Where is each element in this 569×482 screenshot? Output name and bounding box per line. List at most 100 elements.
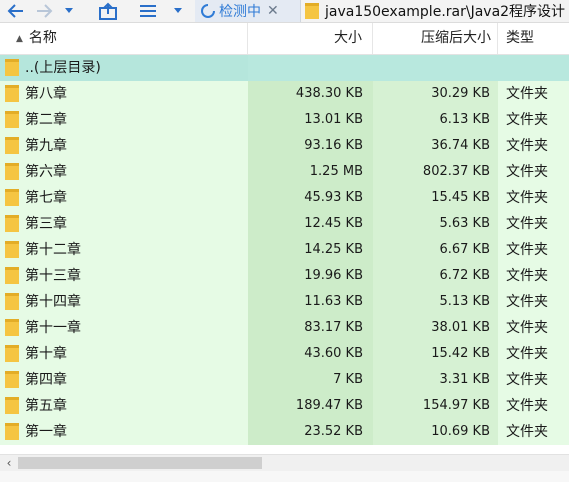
column-header-type[interactable]: 类型 bbox=[498, 23, 569, 54]
file-packed-size: 5.63 KB bbox=[373, 211, 498, 237]
folder-icon bbox=[5, 423, 19, 440]
table-row[interactable]: 第五章 189.47 KB 154.97 KB 文件夹 bbox=[0, 393, 569, 419]
column-header-packed-label: 压缩后大小 bbox=[421, 30, 491, 46]
file-type: 文件夹 bbox=[498, 133, 569, 159]
file-type: 文件夹 bbox=[498, 159, 569, 185]
column-header-packed-size[interactable]: 压缩后大小 bbox=[373, 23, 498, 54]
file-name-label: 第十一章 bbox=[25, 320, 81, 336]
file-packed-size: 36.74 KB bbox=[373, 133, 498, 159]
folder-icon bbox=[5, 137, 19, 154]
parent-directory-row[interactable]: ..(上层目录) bbox=[0, 55, 569, 81]
file-type: 文件夹 bbox=[498, 185, 569, 211]
arrow-left-icon bbox=[7, 4, 23, 18]
file-name-label: 第十三章 bbox=[25, 268, 81, 284]
file-name-label: 第九章 bbox=[25, 138, 67, 154]
table-row[interactable]: 第八章 438.30 KB 30.29 KB 文件夹 bbox=[0, 81, 569, 107]
file-packed-size: 10.69 KB bbox=[373, 419, 498, 445]
column-header-type-label: 类型 bbox=[506, 30, 534, 46]
table-row[interactable]: 第十一章 83.17 KB 38.01 KB 文件夹 bbox=[0, 315, 569, 341]
file-type: 文件夹 bbox=[498, 341, 569, 367]
file-size: 83.17 KB bbox=[248, 315, 373, 341]
file-name: 第一章 bbox=[0, 419, 248, 445]
sort-ascending-icon: ▲ bbox=[16, 34, 23, 44]
file-size: 19.96 KB bbox=[248, 263, 373, 289]
folder-icon bbox=[5, 345, 19, 362]
folder-up-icon bbox=[99, 2, 117, 20]
file-size: 14.25 KB bbox=[248, 237, 373, 263]
file-packed-size: 38.01 KB bbox=[373, 315, 498, 341]
file-packed-size: 6.67 KB bbox=[373, 237, 498, 263]
scrollbar-thumb[interactable] bbox=[18, 457, 262, 469]
arrow-right-icon bbox=[37, 4, 53, 18]
folder-icon bbox=[5, 111, 19, 128]
table-row[interactable]: 第三章 12.45 KB 5.63 KB 文件夹 bbox=[0, 211, 569, 237]
tab-archive-path-label: java150example.rar\Java2程序设计 bbox=[325, 4, 566, 20]
file-size: 189.47 KB bbox=[248, 393, 373, 419]
forward-button[interactable] bbox=[32, 0, 56, 22]
file-name: 第十一章 bbox=[0, 315, 248, 341]
table-row[interactable]: 第二章 13.01 KB 6.13 KB 文件夹 bbox=[0, 107, 569, 133]
parent-directory-name: ..(上层目录) bbox=[0, 55, 248, 81]
file-name-label: 第十章 bbox=[25, 346, 67, 362]
file-size: 13.01 KB bbox=[248, 107, 373, 133]
toolbar: 检测中 ✕ java150example.rar\Java2程序设计 bbox=[0, 0, 569, 23]
table-row[interactable]: 第九章 93.16 KB 36.74 KB 文件夹 bbox=[0, 133, 569, 159]
history-dropdown-button[interactable] bbox=[62, 0, 76, 22]
close-icon[interactable]: ✕ bbox=[267, 3, 279, 19]
file-name-label: 第六章 bbox=[25, 164, 67, 180]
file-type: 文件夹 bbox=[498, 393, 569, 419]
file-type: 文件夹 bbox=[498, 237, 569, 263]
file-type: 文件夹 bbox=[498, 211, 569, 237]
file-size: 45.93 KB bbox=[248, 185, 373, 211]
table-row[interactable]: 第七章 45.93 KB 15.45 KB 文件夹 bbox=[0, 185, 569, 211]
folder-icon bbox=[5, 215, 19, 232]
file-name: 第六章 bbox=[0, 159, 248, 185]
back-button[interactable] bbox=[4, 0, 28, 22]
tab-scanning[interactable]: 检测中 ✕ bbox=[195, 0, 301, 22]
file-type: 文件夹 bbox=[498, 289, 569, 315]
folder-icon bbox=[5, 163, 19, 180]
table-row[interactable]: 第十四章 11.63 KB 5.13 KB 文件夹 bbox=[0, 289, 569, 315]
column-header-size-label: 大小 bbox=[334, 30, 362, 46]
up-folder-button[interactable] bbox=[96, 0, 120, 22]
view-mode-button[interactable] bbox=[136, 0, 160, 22]
chevron-down-icon bbox=[65, 8, 73, 13]
folder-icon bbox=[5, 293, 19, 310]
file-size: 43.60 KB bbox=[248, 341, 373, 367]
file-name: 第二章 bbox=[0, 107, 248, 133]
file-packed-size: 802.37 KB bbox=[373, 159, 498, 185]
column-header-name-label: 名称 bbox=[28, 30, 57, 46]
column-header-name[interactable]: ▲ 名称 bbox=[0, 23, 248, 54]
table-row[interactable]: 第十二章 14.25 KB 6.67 KB 文件夹 bbox=[0, 237, 569, 263]
table-row[interactable]: 第一章 23.52 KB 10.69 KB 文件夹 bbox=[0, 419, 569, 445]
spinner-icon bbox=[201, 4, 215, 18]
table-row[interactable]: 第四章 7 KB 3.31 KB 文件夹 bbox=[0, 367, 569, 393]
tab-scanning-label: 检测中 bbox=[219, 4, 261, 20]
file-type: 文件夹 bbox=[498, 81, 569, 107]
chevron-left-icon[interactable]: ‹ bbox=[2, 455, 16, 471]
column-header-size[interactable]: 大小 bbox=[248, 23, 373, 54]
file-packed-size: 3.31 KB bbox=[373, 367, 498, 393]
file-name-label: 第十二章 bbox=[25, 242, 81, 258]
file-packed-size: 15.42 KB bbox=[373, 341, 498, 367]
file-name-label: 第三章 bbox=[25, 216, 67, 232]
parent-directory-label: ..(上层目录) bbox=[25, 60, 101, 76]
table-row[interactable]: 第十章 43.60 KB 15.42 KB 文件夹 bbox=[0, 341, 569, 367]
file-packed-size: 30.29 KB bbox=[373, 81, 498, 107]
tab-archive-path[interactable]: java150example.rar\Java2程序设计 bbox=[303, 0, 569, 22]
file-name: 第十章 bbox=[0, 341, 248, 367]
file-name: 第九章 bbox=[0, 133, 248, 159]
file-packed-size: 6.13 KB bbox=[373, 107, 498, 133]
status-strip bbox=[0, 471, 569, 482]
folder-icon bbox=[5, 85, 19, 102]
table-row[interactable]: 第六章 1.25 MB 802.37 KB 文件夹 bbox=[0, 159, 569, 185]
file-name-label: 第五章 bbox=[25, 398, 67, 414]
horizontal-scrollbar[interactable]: ‹ bbox=[0, 454, 569, 471]
view-menu-button[interactable] bbox=[171, 0, 185, 22]
table-row[interactable]: 第十三章 19.96 KB 6.72 KB 文件夹 bbox=[0, 263, 569, 289]
file-name-label: 第二章 bbox=[25, 112, 67, 128]
file-name-label: 第四章 bbox=[25, 372, 67, 388]
file-size: 438.30 KB bbox=[248, 81, 373, 107]
parent-directory-type bbox=[498, 55, 569, 81]
folder-icon bbox=[5, 267, 19, 284]
